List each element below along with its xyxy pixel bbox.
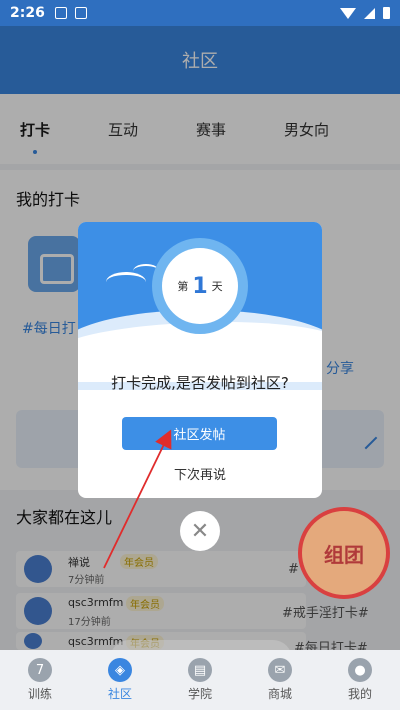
nav-item-academy[interactable]: ▤ 学院 <box>160 650 240 710</box>
notification-icon <box>74 7 87 19</box>
community-post-button[interactable]: 社区发帖 <box>122 417 277 450</box>
signal-icon <box>364 7 375 19</box>
dialog-header: 第 1 天 <box>78 222 322 390</box>
nav-label: 训练 <box>27 687 52 701</box>
close-dialog-button[interactable]: ✕ <box>180 511 220 551</box>
community-icon: ◈ <box>108 658 132 682</box>
mall-icon: ✉ <box>268 658 292 682</box>
day-number: 1 <box>192 273 208 299</box>
close-icon: ✕ <box>190 518 210 544</box>
nav-label: 学院 <box>187 687 212 701</box>
nav-label: 商城 <box>267 687 292 701</box>
training-icon: 7 <box>28 658 52 682</box>
checkin-dialog: 第 1 天 打卡完成,是否发帖到社区? 社区发帖 下次再说 <box>78 222 322 498</box>
day-prefix: 第 <box>177 280 189 293</box>
status-time: 2:26 <box>10 5 45 21</box>
nav-item-mall[interactable]: ✉ 商城 <box>240 650 320 710</box>
nav-item-profile[interactable]: ● 我的 <box>320 650 400 710</box>
wifi-icon <box>340 7 356 19</box>
status-bar: 2:26 <box>0 0 400 26</box>
profile-icon: ● <box>348 658 372 682</box>
gallery-icon <box>54 7 67 19</box>
nav-label: 我的 <box>347 687 372 701</box>
later-button[interactable]: 下次再说 <box>78 464 322 483</box>
group-fab-label: 组团 <box>324 542 364 567</box>
nav-item-training[interactable]: 7 训练 <box>0 650 80 710</box>
nav-item-community[interactable]: ◈ 社区 <box>80 650 160 710</box>
group-fab-button[interactable]: 组团 <box>298 507 390 599</box>
battery-icon <box>383 7 390 19</box>
academy-icon: ▤ <box>188 658 212 682</box>
dialog-message: 打卡完成,是否发帖到社区? <box>111 374 289 392</box>
day-suffix: 天 <box>211 280 223 293</box>
bottom-nav: 7 训练 ◈ 社区 ▤ 学院 ✉ 商城 ● 我的 <box>0 650 400 710</box>
day-badge: 第 1 天 <box>162 248 238 324</box>
nav-label: 社区 <box>107 687 132 701</box>
